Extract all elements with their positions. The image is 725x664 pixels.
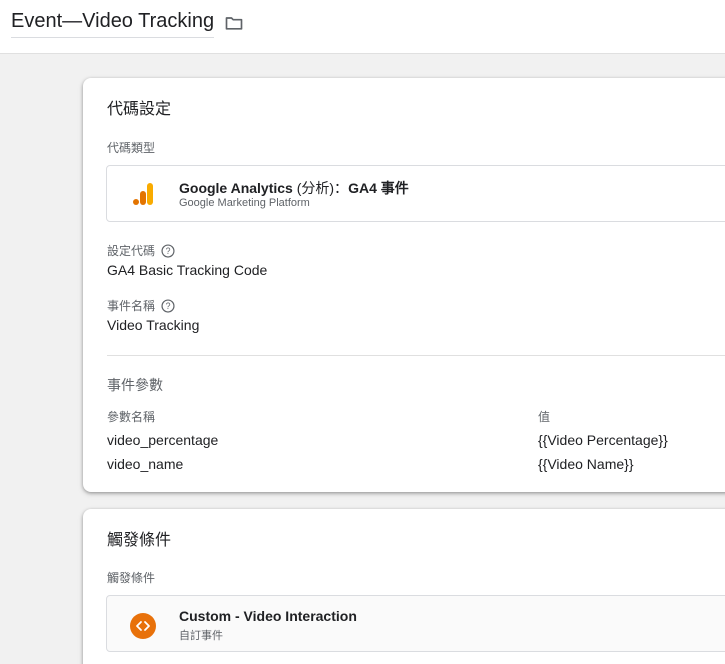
folder-icon[interactable] xyxy=(223,13,245,33)
configuration-tag-label-text: 設定代碼 xyxy=(107,244,156,258)
tag-type-name-part: (分析)： xyxy=(296,180,349,196)
event-parameters-heading: 事件參數 xyxy=(107,377,163,393)
section-divider xyxy=(107,355,725,356)
tag-title[interactable]: Event—Video Tracking xyxy=(11,10,215,38)
triggering-card[interactable]: 觸發條件 觸發條件 Custom - Video Interaction 自訂事… xyxy=(83,509,725,664)
svg-text:?: ? xyxy=(166,301,171,311)
tag-type-label: 代碼類型 xyxy=(107,141,156,155)
trigger-name: Custom - Video Interaction xyxy=(179,608,357,624)
parameter-name-column-header: 參數名稱 xyxy=(107,410,156,424)
event-name-label-text: 事件名稱 xyxy=(107,299,156,313)
help-icon[interactable]: ? xyxy=(161,299,175,313)
parameter-value-cell: {{Video Percentage}} xyxy=(538,432,668,448)
parameter-name-cell: video_name xyxy=(107,456,184,472)
tag-type-name: Google Analytics (分析)：GA4 事件 xyxy=(179,178,409,198)
trigger-type: 自訂事件 xyxy=(179,630,223,642)
custom-event-icon xyxy=(130,613,156,639)
svg-text:?: ? xyxy=(166,246,171,256)
triggering-heading: 觸發條件 xyxy=(107,532,172,549)
triggering-label: 觸發條件 xyxy=(107,571,156,585)
value-column-header: 值 xyxy=(538,410,551,424)
event-name-value: Video Tracking xyxy=(107,317,200,333)
configuration-tag-label: 設定代碼? xyxy=(107,242,175,259)
tag-type-platform: Google Marketing Platform xyxy=(179,197,310,209)
tag-configuration-card[interactable]: 代碼設定 代碼類型 Google Analytics (分析)：GA4 事件 G… xyxy=(83,78,725,492)
parameter-value-cell: {{Video Name}} xyxy=(538,456,634,472)
tag-type-name-part: Google Analytics xyxy=(179,180,297,196)
tag-type-selector[interactable]: Google Analytics (分析)：GA4 事件 Google Mark… xyxy=(106,165,725,222)
help-icon[interactable]: ? xyxy=(161,244,175,258)
event-name-label: 事件名稱? xyxy=(107,297,175,314)
google-analytics-icon xyxy=(133,183,153,205)
tag-type-name-part: GA4 事件 xyxy=(348,180,409,196)
top-bar: Event—Video Tracking xyxy=(0,0,725,54)
configuration-tag-value: GA4 Basic Tracking Code xyxy=(107,262,268,278)
parameter-name-cell: video_percentage xyxy=(107,432,219,448)
trigger-item[interactable]: Custom - Video Interaction 自訂事件 xyxy=(106,595,725,652)
code-brackets-icon xyxy=(136,621,150,631)
tag-configuration-heading: 代碼設定 xyxy=(107,101,172,118)
